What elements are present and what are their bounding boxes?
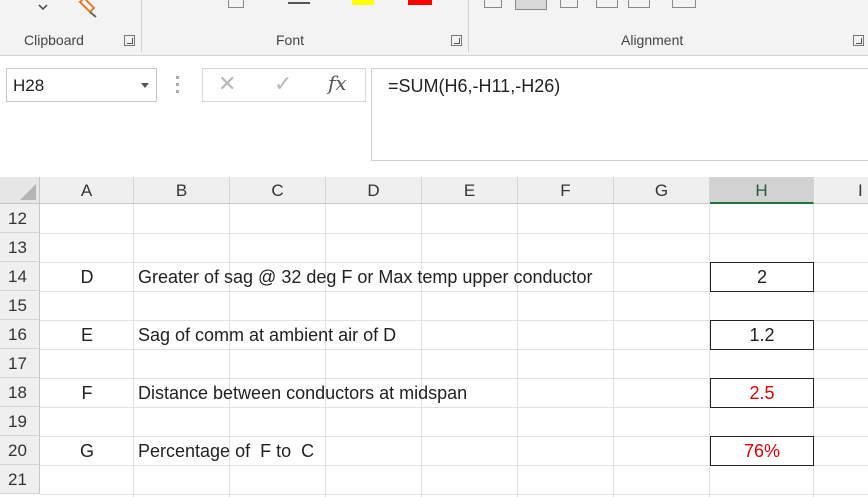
formula-text: =SUM(H6,-H11,-H26) bbox=[388, 76, 561, 96]
fill-color-icon[interactable] bbox=[352, 0, 374, 5]
format-painter-icon[interactable] bbox=[76, 0, 100, 18]
font-launcher-icon[interactable] bbox=[451, 35, 462, 46]
row-header-18[interactable]: 18 bbox=[0, 378, 40, 407]
font-color-icon[interactable] bbox=[408, 0, 432, 5]
group-label-alignment: Alignment bbox=[621, 32, 684, 48]
formula-input[interactable]: =SUM(H6,-H11,-H26) bbox=[371, 68, 868, 161]
dropdown-chevron-icon[interactable] bbox=[36, 0, 50, 12]
cell-a16[interactable]: E bbox=[40, 321, 134, 350]
cell-h20[interactable]: 76% bbox=[710, 436, 814, 466]
name-box[interactable]: H28 bbox=[6, 68, 157, 102]
row-header-14[interactable]: 14 bbox=[0, 262, 40, 291]
cell-h14[interactable]: 2 bbox=[710, 262, 814, 292]
column-header-d[interactable]: D bbox=[326, 177, 422, 204]
cell-h18[interactable]: 2.5 bbox=[710, 378, 814, 408]
column-header-a[interactable]: A bbox=[40, 177, 134, 204]
border-icon[interactable] bbox=[228, 0, 244, 8]
row-line bbox=[40, 494, 868, 495]
column-header-f[interactable]: F bbox=[518, 177, 614, 204]
row-header-17[interactable]: 17 bbox=[0, 349, 40, 378]
cell-h16[interactable]: 1.2 bbox=[710, 320, 814, 350]
column-header-c[interactable]: C bbox=[230, 177, 326, 204]
clipboard-launcher-icon[interactable] bbox=[124, 35, 135, 46]
row-header-12[interactable]: 12 bbox=[0, 204, 40, 233]
cell-b16[interactable]: Sag of comm at ambient air of D bbox=[138, 321, 396, 350]
alignment-launcher-icon[interactable] bbox=[853, 35, 864, 46]
cell-a14[interactable]: D bbox=[40, 263, 134, 292]
row-header-16[interactable]: 16 bbox=[0, 320, 40, 349]
cell-a20[interactable]: G bbox=[40, 437, 134, 466]
group-label-font: Font bbox=[276, 32, 305, 48]
column-header-i[interactable]: I bbox=[814, 177, 868, 204]
row-header-19[interactable]: 19 bbox=[0, 407, 40, 436]
formula-bar-resize-handle[interactable] bbox=[176, 76, 180, 96]
align-bottom-icon[interactable] bbox=[560, 0, 578, 8]
column-header-h[interactable]: H bbox=[710, 177, 814, 204]
cell-b20[interactable]: Percentage of F to C bbox=[138, 437, 314, 466]
cell-b18[interactable]: Distance between conductors at midspan bbox=[138, 379, 467, 408]
row-header-20[interactable]: 20 bbox=[0, 436, 40, 465]
select-all-icon bbox=[20, 184, 36, 200]
merge-center-icon[interactable] bbox=[672, 0, 696, 8]
column-header-b[interactable]: B bbox=[134, 177, 230, 204]
ribbon-separator bbox=[468, 0, 469, 52]
underline-icon[interactable] bbox=[288, 2, 310, 4]
cell-b14[interactable]: Greater of sag @ 32 deg F or Max temp up… bbox=[138, 263, 593, 292]
group-label-clipboard: Clipboard bbox=[24, 32, 84, 48]
select-all-button[interactable] bbox=[0, 177, 40, 204]
column-header-e[interactable]: E bbox=[422, 177, 518, 204]
align-middle-icon[interactable] bbox=[515, 0, 547, 10]
name-box-value: H28 bbox=[13, 76, 45, 95]
column-header-g[interactable]: G bbox=[614, 177, 710, 204]
row-header-13[interactable]: 13 bbox=[0, 233, 40, 262]
row-line bbox=[40, 233, 868, 234]
row-header-15[interactable]: 15 bbox=[0, 291, 40, 320]
align-top-icon[interactable] bbox=[484, 0, 502, 8]
name-box-dropdown-icon[interactable] bbox=[141, 83, 149, 88]
row-header-21[interactable]: 21 bbox=[0, 465, 40, 494]
orientation-icon[interactable] bbox=[596, 0, 618, 8]
cell-a18[interactable]: F bbox=[40, 379, 134, 408]
insert-function-icon[interactable]: fx bbox=[328, 71, 347, 95]
wrap-text-icon[interactable] bbox=[628, 0, 650, 8]
cancel-icon[interactable]: ✕ bbox=[218, 71, 236, 97]
enter-icon[interactable]: ✓ bbox=[274, 71, 292, 97]
ribbon: Clipboard Font Alignment bbox=[0, 0, 868, 56]
ribbon-separator bbox=[141, 0, 142, 52]
